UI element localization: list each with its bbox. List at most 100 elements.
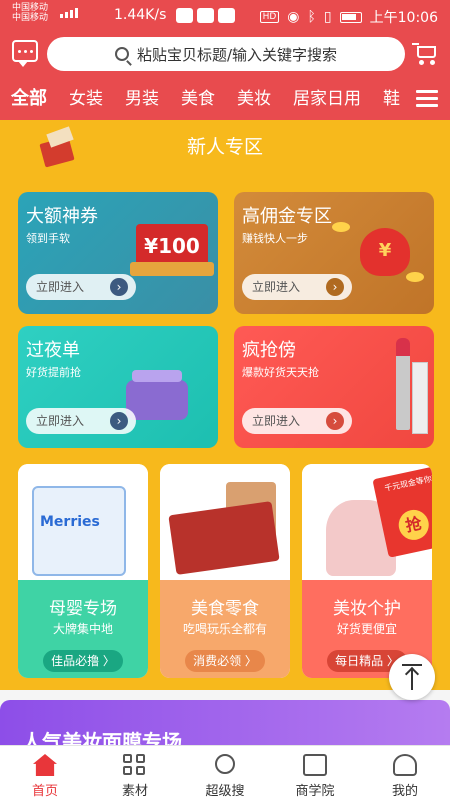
product-image: 千元现金等你来 抢 bbox=[302, 464, 432, 580]
product-title: 美妆个护 bbox=[333, 599, 401, 619]
enter-button[interactable]: 立即进入 › bbox=[26, 408, 136, 434]
card-title: 高佣金专区 bbox=[242, 206, 332, 227]
card-title: 大额神券 bbox=[26, 206, 98, 227]
product-card-mother-baby[interactable]: Merries 母婴专场 大牌集中地 佳品必撸 〉 bbox=[18, 464, 148, 678]
card-coupon[interactable]: 大额神券 领到手软 ¥100 立即进入 › bbox=[18, 192, 218, 314]
folder-icon bbox=[303, 754, 327, 776]
product-title: 美食零食 bbox=[191, 599, 259, 619]
chevron-right-icon: › bbox=[326, 278, 344, 296]
category-tab-women[interactable]: 女装 bbox=[58, 84, 114, 114]
app-header: 粘贴宝贝标题/输入关键字搜索 全部 女装 男装 美食 美妆 居家日用 鞋 bbox=[0, 32, 450, 120]
status-bar: 中国移动 中国移动 1.44K/s HD ◉ ᛒ ▯ 上午10:06 bbox=[0, 0, 450, 32]
promo-banner[interactable]: 人气美妆面膜专场 bbox=[0, 700, 450, 754]
card-title: 疯抢傍 bbox=[242, 340, 296, 361]
product-card-beauty[interactable]: 千元现金等你来 抢 美妆个护 好货更便宜 每日精品 〉 bbox=[302, 464, 432, 678]
app-notification-icon bbox=[176, 8, 193, 23]
coupon-illustration: ¥100 bbox=[130, 224, 214, 276]
enter-button[interactable]: 立即进入 › bbox=[242, 274, 352, 300]
chevron-right-icon: › bbox=[326, 412, 344, 430]
tab-material[interactable]: 素材 bbox=[90, 746, 180, 800]
category-tabs: 全部 女装 男装 美食 美妆 居家日用 鞋 bbox=[0, 84, 410, 114]
enter-button-label: 立即进入 bbox=[252, 414, 301, 428]
enter-button-label: 立即进入 bbox=[36, 414, 85, 428]
section-title: 新人专区 bbox=[186, 136, 263, 158]
search-icon bbox=[215, 754, 235, 774]
enter-button[interactable]: 立即进入 › bbox=[26, 274, 136, 300]
category-tab-food[interactable]: 美食 bbox=[170, 84, 226, 114]
lipstick-illustration bbox=[396, 338, 410, 430]
app-notification-icon bbox=[197, 8, 214, 23]
category-tab-beauty[interactable]: 美妆 bbox=[226, 84, 282, 114]
signal-icon bbox=[60, 8, 78, 18]
card-subtitle: 爆款好货天天抢 bbox=[242, 366, 319, 379]
category-tab-all[interactable]: 全部 bbox=[0, 84, 58, 114]
grid-icon bbox=[123, 754, 147, 776]
notification-icons bbox=[176, 8, 235, 23]
enter-button[interactable]: 立即进入 › bbox=[242, 408, 352, 434]
vibrate-icon: ▯ bbox=[323, 9, 332, 25]
card-subtitle: 领到手软 bbox=[26, 232, 70, 245]
category-tab-men[interactable]: 男装 bbox=[114, 84, 170, 114]
home-icon bbox=[33, 754, 57, 776]
product-button[interactable]: 佳品必撸 〉 bbox=[43, 650, 123, 672]
back-to-top-icon[interactable] bbox=[389, 654, 435, 700]
tab-label: 我的 bbox=[391, 784, 418, 799]
product-subtitle: 吃喝玩乐全都有 bbox=[182, 622, 267, 636]
enter-button-label: 立即进入 bbox=[36, 280, 85, 294]
card-high-commission[interactable]: 高佣金专区 赚钱快人一步 ¥ 立即进入 › bbox=[234, 192, 434, 314]
card-overnight[interactable]: 过夜单 好货提前抢 立即进入 › bbox=[18, 326, 218, 448]
status-right: HD ◉ ᛒ ▯ 上午10:06 bbox=[259, 7, 438, 27]
category-tab-shoes[interactable]: 鞋 bbox=[372, 84, 410, 114]
chevron-right-icon: › bbox=[110, 412, 128, 430]
search-placeholder: 粘贴宝贝标题/输入关键字搜索 bbox=[136, 45, 338, 64]
clock: 上午10:06 bbox=[369, 10, 438, 26]
money-bag-illustration: ¥ bbox=[360, 228, 410, 276]
product-button[interactable]: 消费必领 〉 bbox=[185, 650, 265, 672]
product-subtitle: 好货更便宜 bbox=[336, 622, 397, 636]
product-image: Merries bbox=[18, 464, 148, 580]
hd-badge: HD bbox=[259, 11, 280, 23]
coin-illustration bbox=[332, 222, 350, 232]
search-input[interactable]: 粘贴宝贝标题/输入关键字搜索 bbox=[47, 37, 405, 71]
tab-label: 首页 bbox=[31, 784, 58, 799]
tab-label: 超级搜 bbox=[205, 784, 245, 799]
chevron-right-icon: › bbox=[110, 278, 128, 296]
main-content: 新人专区 大额神券 领到手软 ¥100 立即进入 › 高佣金专区 赚钱快人一步 ¥… bbox=[0, 120, 450, 690]
eye-icon: ◉ bbox=[287, 9, 300, 25]
user-icon bbox=[393, 754, 417, 776]
bluetooth-icon: ᛒ bbox=[307, 9, 316, 25]
carrier-labels: 中国移动 中国移动 bbox=[12, 3, 48, 23]
menu-icon[interactable] bbox=[416, 90, 438, 108]
card-title: 过夜单 bbox=[26, 340, 80, 361]
tab-super-search[interactable]: 超级搜 bbox=[180, 746, 270, 800]
cart-icon[interactable] bbox=[412, 42, 438, 65]
tab-profile[interactable]: 我的 bbox=[360, 746, 450, 800]
lipstick-box-illustration bbox=[412, 362, 428, 434]
carrier-2: 中国移动 bbox=[12, 13, 49, 23]
message-icon[interactable] bbox=[12, 40, 38, 67]
tab-label: 商学院 bbox=[295, 784, 335, 799]
coin-illustration bbox=[406, 272, 424, 282]
product-card-food[interactable]: 美食零食 吃喝玩乐全都有 消费必领 〉 bbox=[160, 464, 290, 678]
bottom-tab-bar: 首页 素材 超级搜 商学院 我的 bbox=[0, 745, 450, 800]
product-subtitle: 大牌集中地 bbox=[52, 622, 113, 636]
tab-label: 素材 bbox=[121, 784, 148, 799]
diaper-pack-illustration: Merries bbox=[32, 486, 126, 576]
app-notification-icon bbox=[218, 8, 235, 23]
network-speed: 1.44K/s bbox=[114, 7, 167, 23]
card-subtitle: 赚钱快人一步 bbox=[242, 232, 308, 245]
card-flash-sale[interactable]: 疯抢傍 爆款好货天天抢 立即进入 › bbox=[234, 326, 434, 448]
carrier-1: 中国移动 bbox=[12, 3, 49, 13]
product-image bbox=[160, 464, 290, 580]
jerky-illustration bbox=[168, 501, 280, 575]
card-subtitle: 好货提前抢 bbox=[26, 366, 81, 379]
tab-business-school[interactable]: 商学院 bbox=[270, 746, 360, 800]
battery-icon bbox=[339, 11, 362, 23]
tab-home[interactable]: 首页 bbox=[0, 746, 90, 800]
category-tab-home[interactable]: 居家日用 bbox=[282, 84, 372, 114]
product-title: 母婴专场 bbox=[49, 599, 117, 619]
app-screen: 中国移动 中国移动 1.44K/s HD ◉ ᛒ ▯ 上午10:06 粘贴宝贝标… bbox=[0, 0, 450, 800]
enter-button-label: 立即进入 bbox=[252, 280, 301, 294]
cream-jar-illustration bbox=[126, 370, 188, 420]
search-icon bbox=[114, 47, 129, 61]
